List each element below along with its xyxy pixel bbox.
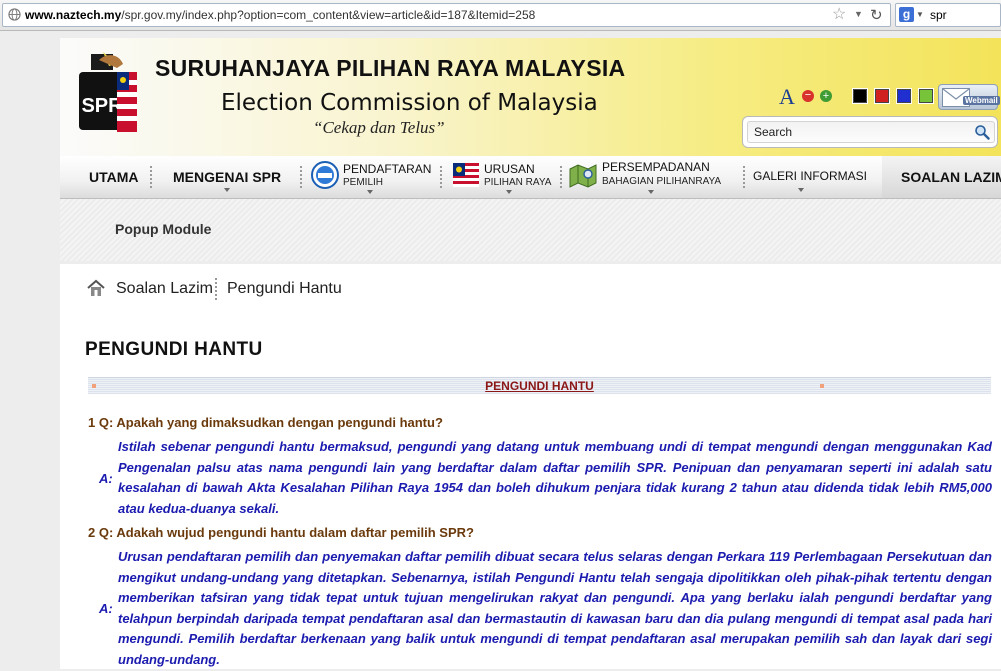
font-size-icon: A <box>779 84 795 109</box>
decrease-font-button[interactable]: − <box>802 90 814 102</box>
site-search[interactable]: Search <box>742 116 998 148</box>
malaysia-flag-icon <box>453 163 479 187</box>
url-path: /spr.gov.my/index.php?option=com_content… <box>121 8 536 22</box>
nav-item-mengenai-spr[interactable]: MENGENAI SPR <box>160 156 300 198</box>
increase-font-button[interactable]: + <box>820 90 832 102</box>
nav-label: SOALAN LAZIM <box>901 169 1001 185</box>
chevron-down-icon[interactable]: ▼ <box>854 9 863 19</box>
nav-item-galeri-informasi[interactable]: GALERI INFORMASI <box>750 156 875 198</box>
search-input[interactable]: Search <box>747 121 995 143</box>
nav-label: URUSAN <box>484 162 535 176</box>
nav-item-urusan-pilihan-raya[interactable]: URUSAN PILIHAN RAYA <box>450 156 565 198</box>
article-content: Soalan Lazim Pengundi Hantu PENGUNDI HAN… <box>60 264 1001 669</box>
theme-swatch-blue[interactable] <box>896 88 912 104</box>
popup-module-title: Popup Module <box>115 221 212 237</box>
webmail-label: Webmail <box>963 96 1000 105</box>
home-icon[interactable] <box>87 279 105 297</box>
chevron-down-icon <box>798 188 804 192</box>
nav-sublabel: PEMILIH <box>343 177 384 188</box>
question-2: 2 Q: Adakah wujud pengundi hantu dalam d… <box>88 525 474 540</box>
chevron-down-icon <box>506 190 512 194</box>
browser-toolbar: www.naztech.my/spr.gov.my/index.php?opti… <box>0 0 1001 31</box>
search-placeholder: Search <box>754 125 793 139</box>
nav-item-utama[interactable]: UTAMA <box>78 156 148 198</box>
browser-search-text: spr <box>930 8 947 22</box>
chevron-down-icon <box>367 190 373 194</box>
nav-separator <box>560 166 563 188</box>
nav-item-persempadanan[interactable]: PERSEMPADANAN BAHAGIAN PILIHANRAYA <box>566 156 736 198</box>
question-1: 1 Q: Apakah yang dimaksudkan dengan peng… <box>88 415 443 430</box>
nav-separator <box>440 166 443 188</box>
nav-separator <box>300 166 303 188</box>
main-nav: UTAMA MENGENAI SPR PENDAFTARAN PEMILIH U… <box>60 156 1001 199</box>
breadcrumb-separator <box>215 278 218 300</box>
site-tagline: “Cekap dan Telus” <box>313 118 445 137</box>
nav-label: MENGENAI SPR <box>173 169 282 185</box>
registration-icon <box>311 161 339 189</box>
theme-swatch-black[interactable] <box>852 88 868 104</box>
logo-text: SPR <box>81 95 123 117</box>
popup-module: Popup Module <box>60 199 1001 261</box>
answer-1: Istilah sebenar pengundi hantu bermaksud… <box>118 439 992 516</box>
url-text: www.naztech.my/spr.gov.my/index.php?opti… <box>25 8 535 22</box>
chevron-down-icon <box>648 190 654 194</box>
nav-label: PENDAFTARAN <box>343 162 432 176</box>
site-header: SPR SURUHANJAYA PILIHAN RAYA MALAYSIA El… <box>60 38 1001 156</box>
nav-item-pendaftaran-pemilih[interactable]: PENDAFTARAN PEMILIH <box>310 156 440 198</box>
nav-label: GALERI INFORMASI <box>753 169 868 183</box>
site-title-english: Election Commission of Malaysia <box>221 90 598 116</box>
reload-icon[interactable]: ↻ <box>870 6 883 24</box>
address-bar[interactable]: www.naztech.my/spr.gov.my/index.php?opti… <box>2 3 891 27</box>
theme-swatch-green[interactable] <box>918 88 934 104</box>
webmail-button[interactable]: Webmail <box>938 84 1000 110</box>
nav-sublabel: BAHAGIAN PILIHANRAYA <box>602 176 722 187</box>
spr-logo[interactable]: SPR <box>77 50 140 138</box>
section-header: PENGUNDI HANTU <box>88 377 991 394</box>
section-title[interactable]: PENGUNDI HANTU <box>88 379 991 393</box>
answer-2: Urusan pendaftaran pemilih dan penyemaka… <box>118 549 992 667</box>
site-title-malay: SURUHANJAYA PILIHAN RAYA MALAYSIA <box>155 55 626 81</box>
nav-label: PERSEMPADANAN <box>602 160 710 174</box>
map-icon <box>569 164 597 188</box>
chevron-down-icon <box>224 188 230 192</box>
globe-icon <box>8 8 21 21</box>
search-icon[interactable] <box>974 124 990 140</box>
url-domain: www.naztech.my <box>25 8 122 22</box>
nav-item-soalan-lazim[interactable]: SOALAN LAZIM <box>882 156 1001 198</box>
browser-search-box[interactable]: g ▼ spr <box>895 3 1001 27</box>
breadcrumb-soalan-lazim[interactable]: Soalan Lazim <box>116 280 213 298</box>
bookmark-star-icon[interactable]: ☆ <box>832 7 846 23</box>
breadcrumb-current: Pengundi Hantu <box>227 280 342 297</box>
chevron-down-icon[interactable]: ▼ <box>916 10 924 19</box>
nav-label: UTAMA <box>89 169 139 185</box>
google-icon[interactable]: g <box>899 7 914 22</box>
page-title: PENGUNDI HANTU <box>85 339 263 360</box>
nav-separator <box>150 166 153 188</box>
answer-marker: A: <box>99 601 113 616</box>
theme-swatch-red[interactable] <box>874 88 890 104</box>
nav-sublabel: PILIHAN RAYA <box>484 177 552 188</box>
answer-marker: A: <box>99 471 113 486</box>
nav-separator <box>743 166 746 188</box>
